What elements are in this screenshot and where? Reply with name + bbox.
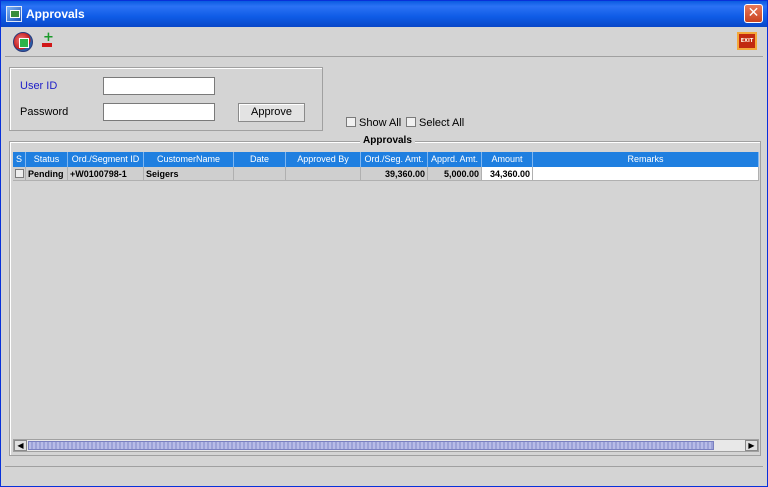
title-bar: Approvals ✕	[1, 1, 767, 27]
plus-minus-icon[interactable]: +	[38, 30, 58, 52]
scroll-left-arrow-icon[interactable]: ◀	[14, 440, 27, 451]
col-header-amount[interactable]: Amount	[482, 152, 533, 167]
window-title: Approvals	[26, 7, 85, 21]
select-all-option[interactable]: Select All	[406, 117, 464, 131]
password-label: Password	[20, 106, 69, 118]
cell-date	[234, 167, 286, 181]
col-header-approved-by[interactable]: Approved By	[286, 152, 361, 167]
user-id-input[interactable]	[103, 77, 215, 95]
show-all-label: Show All	[359, 117, 402, 129]
cell-customer: Seigers	[144, 167, 234, 181]
col-header-date[interactable]: Date	[234, 152, 286, 167]
col-header-remarks[interactable]: Remarks	[533, 152, 759, 167]
cell-status: Pending	[26, 167, 68, 181]
close-button[interactable]: ✕	[744, 4, 763, 23]
horizontal-scrollbar[interactable]: ◀ ▶	[13, 439, 759, 452]
approvals-group: Approvals S Status Ord./Segment ID Custo…	[9, 135, 761, 456]
row-select-cell[interactable]	[13, 167, 26, 181]
exit-button[interactable]: EXIT	[737, 32, 757, 50]
show-all-option[interactable]: Show All	[346, 117, 401, 131]
scroll-thumb[interactable]	[28, 441, 714, 450]
cell-ord-amt: 39,360.00	[361, 167, 428, 181]
password-input[interactable]	[103, 103, 215, 121]
refresh-icon[interactable]	[13, 32, 33, 52]
row-checkbox[interactable]	[15, 169, 24, 178]
col-header-apprd-amt[interactable]: Apprd. Amt.	[428, 152, 482, 167]
cell-approved-by	[286, 167, 361, 181]
approvals-window: Approvals ✕ + EXIT User ID Password Appr…	[0, 0, 768, 487]
show-all-checkbox[interactable]	[346, 117, 356, 127]
minus-icon	[42, 43, 52, 47]
plus-icon: +	[43, 30, 54, 45]
col-header-status[interactable]: Status	[26, 152, 68, 167]
login-panel: User ID Password Approve	[9, 67, 323, 131]
select-all-checkbox[interactable]	[406, 117, 416, 127]
table-header: S Status Ord./Segment ID CustomerName Da…	[13, 152, 759, 167]
app-icon	[6, 6, 22, 22]
cell-remarks[interactable]	[533, 167, 759, 181]
scroll-right-arrow-icon[interactable]: ▶	[745, 440, 758, 451]
cell-segment-id: +W0100798-1	[68, 167, 144, 181]
col-header-ord-amt[interactable]: Ord./Seg. Amt.	[361, 152, 428, 167]
table-row[interactable]: Pending +W0100798-1 Seigers 39,360.00 5,…	[13, 167, 759, 182]
approve-button[interactable]: Approve	[238, 103, 305, 122]
approvals-table: S Status Ord./Segment ID CustomerName Da…	[13, 152, 759, 440]
col-header-segment-id[interactable]: Ord./Segment ID	[68, 152, 144, 167]
user-id-label: User ID	[20, 80, 58, 92]
col-header-customer[interactable]: CustomerName	[144, 152, 234, 167]
cell-apprd-amt: 5,000.00	[428, 167, 482, 181]
toolbar: + EXIT	[5, 29, 763, 57]
cell-amount[interactable]: 34,360.00	[482, 167, 533, 181]
approvals-group-title: Approvals	[360, 135, 415, 146]
col-header-select[interactable]: S	[13, 152, 26, 167]
select-all-label: Select All	[419, 117, 465, 129]
status-bar	[5, 466, 763, 484]
